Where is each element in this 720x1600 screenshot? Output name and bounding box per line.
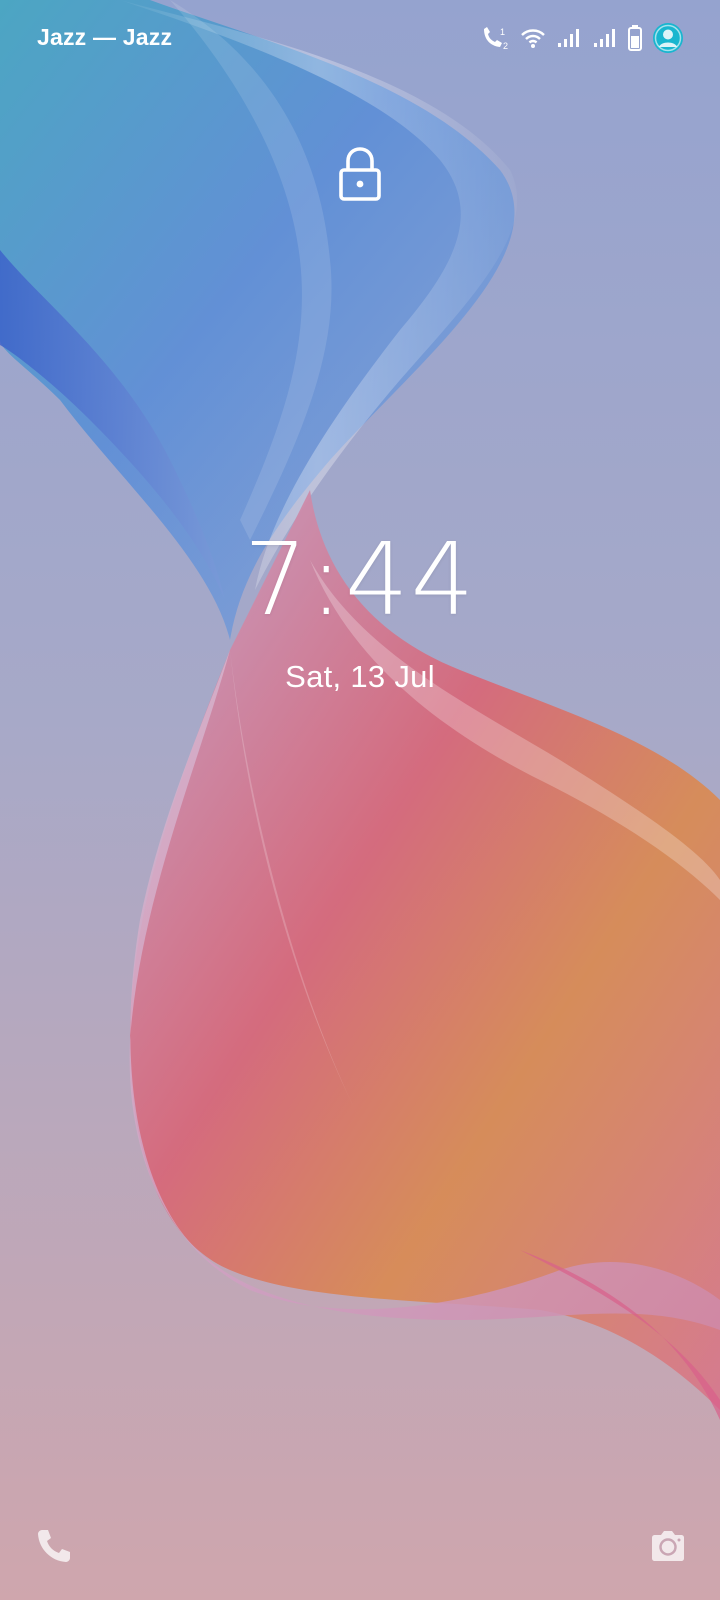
status-bar: Jazz — Jazz 1 2: [0, 0, 720, 76]
svg-text:1: 1: [500, 27, 505, 37]
camera-shortcut-button[interactable]: [644, 1524, 692, 1572]
battery-icon: [628, 25, 642, 51]
lock-icon[interactable]: [338, 146, 382, 202]
lockscreen-clock: 7:44: [243, 521, 477, 638]
wifi-icon: [520, 27, 546, 49]
signal-icon: [556, 27, 582, 49]
phone-icon: [34, 1526, 74, 1571]
lockscreen-date: Sat, 13 Jul: [285, 659, 435, 694]
status-icons: 1 2: [480, 20, 684, 56]
user-avatar-icon[interactable]: [652, 22, 684, 54]
camera-icon: [648, 1526, 688, 1571]
call-sim2-icon: 1 2: [480, 25, 510, 51]
carrier-label: Jazz — Jazz: [37, 24, 173, 50]
wallpaper: [0, 0, 720, 1600]
signal-icon: [592, 27, 618, 49]
phone-shortcut-button[interactable]: [30, 1524, 78, 1572]
svg-text:2: 2: [503, 41, 508, 51]
